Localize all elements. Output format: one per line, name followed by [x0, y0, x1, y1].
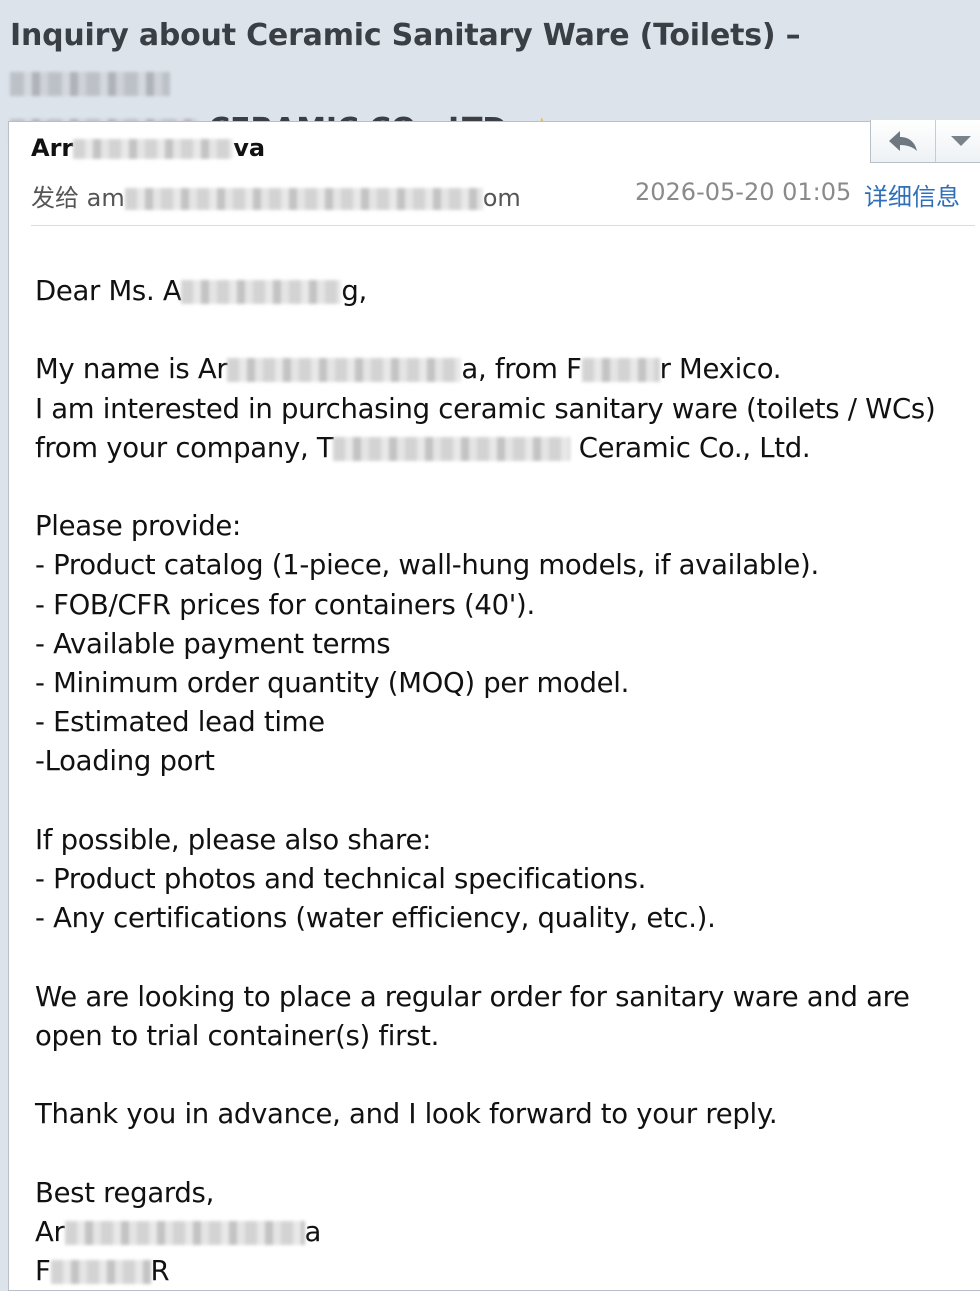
list-item: - Minimum order quantity (MOQ) per model…	[35, 667, 630, 699]
reply-button[interactable]	[871, 120, 936, 162]
redacted-text	[181, 280, 342, 304]
list-item: - FOB/CFR prices for containers (40').	[35, 588, 535, 621]
redacted-text	[10, 71, 170, 96]
order-line: open to trial container(s) first.	[35, 1019, 440, 1052]
divider	[31, 225, 975, 226]
company-line: from your company, T Ceramic Co., Ltd.	[35, 431, 811, 464]
thanks-line: Thank you in advance, and I look forward…	[35, 1098, 778, 1131]
provide-heading: Please provide:	[35, 510, 242, 543]
message-date: 2026-05-20 01:05	[635, 178, 852, 206]
more-actions-button[interactable]	[936, 120, 980, 162]
redacted-text	[227, 358, 462, 383]
list-item: - Product photos and technical specifica…	[35, 863, 647, 895]
subject-line-1: Inquiry about Ceramic Sanitary Ware (Toi…	[10, 12, 970, 106]
signature-company: FR	[35, 1254, 170, 1287]
message-body: Dear Ms. Ag, My name is Ar a, from Fr Mex…	[35, 272, 975, 1291]
intro-line: My name is Ar a, from Fr Mexico.	[35, 353, 782, 386]
signature-name: Ar a	[35, 1215, 322, 1248]
reply-icon	[889, 131, 917, 151]
list-item: -Loading port	[35, 745, 215, 778]
list-item: - Available payment terms	[35, 627, 391, 660]
redacted-text	[124, 188, 483, 210]
redacted-text	[581, 358, 660, 383]
closing: Best regards,	[35, 1176, 215, 1209]
order-line: We are looking to place a regular order …	[35, 980, 910, 1013]
details-link[interactable]: 详细信息	[864, 177, 960, 212]
redacted-text	[64, 1220, 305, 1245]
share-heading: If possible, please also share:	[35, 823, 432, 856]
list-item: - Any certifications (water efficiency, …	[35, 902, 716, 935]
chevron-down-icon	[951, 136, 971, 146]
sender-name[interactable]: Arr va	[31, 134, 265, 162]
interest-line: I am interested in purchasing ceramic sa…	[35, 392, 936, 425]
list-item: - Estimated lead time	[35, 706, 325, 739]
redacted-text	[333, 436, 571, 461]
subject-text-start: Inquiry about Ceramic Sanitary Ware (Toi…	[10, 18, 801, 53]
message-panel: Arr va 发给 am om 2026-05-20 01:05 详细信息 Dear…	[8, 120, 980, 1291]
greeting: Dear Ms. Ag,	[35, 275, 367, 307]
redacted-text	[73, 139, 234, 159]
list-item: - Product catalog (1-piece, wall-hung mo…	[35, 549, 819, 582]
message-actions	[870, 120, 980, 163]
redacted-text	[50, 1259, 151, 1284]
recipient-line: 发给 am om	[31, 184, 521, 212]
